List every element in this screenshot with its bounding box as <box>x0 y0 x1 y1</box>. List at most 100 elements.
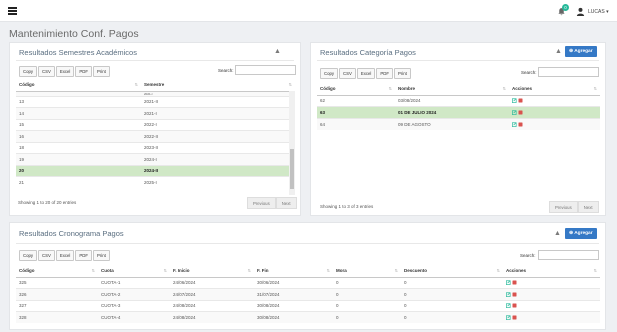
excel-button[interactable]: Excel <box>55 66 75 77</box>
column-header-codigo[interactable]: Código ⇅ <box>317 83 395 96</box>
user-menu[interactable]: LUCAS ▾ <box>588 9 609 15</box>
pdf-button[interactable]: PDF <box>376 68 393 79</box>
page-title: Mantenimiento Conf. Pagos <box>9 28 139 40</box>
top-navbar: 0 LUCAS ▾ <box>0 0 617 22</box>
delete-icon[interactable] <box>512 280 517 285</box>
pdf-button[interactable]: PDF <box>75 66 92 77</box>
cronograma-panel: Resultados Cronograma Pagos ▲ ⊕ Agregar … <box>9 222 606 330</box>
copy-button[interactable]: Copy <box>19 250 38 261</box>
column-header-descuento[interactable]: Descuento ⇅ <box>401 265 503 278</box>
export-buttons: Copy CSV Excel PDF Print <box>320 68 412 79</box>
table-row[interactable]: 327 CUOTA-3 24/08/2024 30/08/2024 0 0 <box>16 299 600 312</box>
column-header-semestre[interactable]: Semestre ⇅ <box>141 79 295 92</box>
categoria-table: Código ⇅ Nombre ⇅ Acciones ⇅ 62 03/08/2024 6… <box>317 83 600 130</box>
semestres-table: Código ⇅ Semestre ⇅ 2021-I 13 2021-II 14 202… <box>16 79 295 188</box>
column-header-nombre[interactable]: Nombre ⇅ <box>395 83 509 96</box>
table-row-selected[interactable]: 63 01 DE JULIO 2024 <box>317 106 600 118</box>
divider <box>16 243 599 244</box>
edit-icon[interactable] <box>506 280 511 286</box>
edit-icon[interactable] <box>506 315 511 321</box>
table-row[interactable]: 62 03/08/2024 <box>317 94 600 107</box>
table-row[interactable]: 64 09 DE AGOSTO <box>317 117 600 130</box>
semestres-title: Resultados Semestres Académicos <box>19 48 137 57</box>
next-button[interactable]: Next <box>275 197 297 209</box>
notification-badge: 0 <box>562 4 569 11</box>
plus-icon: ⊕ <box>569 231 574 236</box>
table-row[interactable]: 14 2021-I <box>16 107 295 119</box>
add-cronograma-button[interactable]: ⊕ Agregar <box>565 228 597 239</box>
csv-button[interactable]: CSV <box>339 68 356 79</box>
divider <box>16 60 294 61</box>
search-input[interactable] <box>538 250 599 260</box>
semestres-panel: Resultados Semestres Académicos ▲ Copy C… <box>9 42 301 216</box>
edit-icon[interactable] <box>506 303 511 309</box>
edit-icon[interactable] <box>506 292 511 297</box>
user-avatar-icon[interactable] <box>576 7 585 16</box>
excel-button[interactable]: Excel <box>55 250 75 261</box>
delete-icon[interactable] <box>512 292 517 297</box>
column-header-f-fin[interactable]: F. Fin ⇅ <box>254 265 333 278</box>
divider <box>317 60 599 61</box>
cronograma-table: Código ⇅ Cuota ⇅ F. Inicio ⇅ F. Fin ⇅ Mora ⇅ … <box>16 265 600 323</box>
print-button[interactable]: Print <box>93 250 110 261</box>
delete-icon[interactable] <box>512 315 517 320</box>
csv-button[interactable]: CSV <box>38 250 55 261</box>
scrollbar-thumb[interactable] <box>290 149 294 189</box>
chevron-down-icon: ▾ <box>606 9 609 15</box>
column-header-f-inicio[interactable]: F. Inicio ⇅ <box>170 265 254 278</box>
delete-icon[interactable] <box>518 98 523 103</box>
print-button[interactable]: Print <box>394 68 411 79</box>
next-button[interactable]: Next <box>577 201 599 213</box>
table-row-selected[interactable]: 20 2024-II <box>16 164 295 177</box>
delete-icon[interactable] <box>518 110 523 115</box>
semestres-pagination: Previous Next <box>247 197 297 209</box>
edit-icon[interactable] <box>512 98 517 104</box>
user-name: LUCAS <box>588 9 605 15</box>
previous-button[interactable]: Previous <box>247 197 276 209</box>
column-header-codigo[interactable]: Código ⇅ <box>16 265 98 278</box>
table-row[interactable]: 21 2025-I <box>16 176 295 188</box>
previous-button[interactable]: Previous <box>549 201 578 213</box>
table-row[interactable]: 328 CUOTA-4 24/08/2024 30/08/2024 0 0 <box>16 311 600 323</box>
table-row[interactable]: 325 CUOTA-1 24/06/2024 30/06/2024 0 0 <box>16 276 600 289</box>
cronograma-title: Resultados Cronograma Pagos <box>19 229 124 238</box>
table-row[interactable]: 15 2022-I <box>16 118 295 131</box>
column-header-acciones[interactable]: Acciones ⇅ <box>503 265 600 278</box>
table-row[interactable]: 326 CUOTA-2 24/07/2024 31/07/2024 0 0 <box>16 288 600 300</box>
pdf-button[interactable]: PDF <box>75 250 92 261</box>
copy-button[interactable]: Copy <box>19 66 38 77</box>
column-header-mora[interactable]: Mora ⇅ <box>333 265 401 278</box>
search-input[interactable] <box>538 67 599 77</box>
plus-icon: ⊕ <box>569 49 574 54</box>
search-label: Search: <box>520 253 536 258</box>
csv-button[interactable]: CSV <box>38 66 55 77</box>
export-buttons: Copy CSV Excel PDF Print <box>19 250 111 261</box>
column-header-acciones[interactable]: Acciones ⇅ <box>509 83 600 96</box>
collapse-icon[interactable]: ▲ <box>554 230 561 237</box>
search-label: Search: <box>218 68 234 73</box>
menu-toggle-icon[interactable] <box>8 7 17 15</box>
edit-icon[interactable] <box>512 110 517 115</box>
table-row[interactable]: 18 2023-II <box>16 141 295 154</box>
table-row[interactable]: 13 2021-II <box>16 95 295 108</box>
categoria-info: Showing 1 to 3 of 3 entries <box>320 204 374 209</box>
search-input[interactable] <box>235 65 296 75</box>
table-row[interactable]: 16 2022-II <box>16 130 295 142</box>
search-label: Search: <box>521 70 537 75</box>
table-row[interactable]: 19 2024-I <box>16 153 295 165</box>
edit-icon[interactable] <box>512 121 517 127</box>
print-button[interactable]: Print <box>93 66 110 77</box>
semestres-info: Showing 1 to 20 of 20 entries <box>18 200 77 205</box>
collapse-icon[interactable]: ▲ <box>555 48 562 55</box>
excel-button[interactable]: Excel <box>356 68 376 79</box>
table-scrollbar[interactable] <box>289 91 295 195</box>
categoria-title: Resultados Categoría Pagos <box>320 48 416 57</box>
export-buttons: Copy CSV Excel PDF Print <box>19 66 111 77</box>
column-header-cuota[interactable]: Cuota ⇅ <box>98 265 170 278</box>
add-categoria-button[interactable]: ⊕ Agregar <box>565 46 597 57</box>
delete-icon[interactable] <box>518 122 523 127</box>
copy-button[interactable]: Copy <box>320 68 339 79</box>
column-header-codigo[interactable]: Código ⇅ <box>16 79 141 92</box>
collapse-icon[interactable]: ▲ <box>274 48 281 55</box>
delete-icon[interactable] <box>512 303 517 308</box>
